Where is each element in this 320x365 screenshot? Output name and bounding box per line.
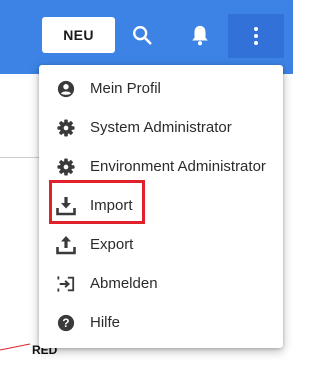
- menu-item-label: Environment Administrator: [90, 158, 266, 175]
- gear-icon: [56, 157, 76, 177]
- top-app-bar: NEU: [0, 0, 293, 74]
- svg-text:?: ?: [62, 317, 69, 330]
- red-annotation-stroke: [0, 343, 31, 351]
- notifications-button[interactable]: [183, 15, 217, 55]
- page-divider: [0, 157, 40, 158]
- menu-item-export[interactable]: Export: [39, 225, 283, 264]
- help-circle-icon: ?: [56, 313, 76, 333]
- menu-item-help[interactable]: ? Hilfe: [39, 303, 283, 342]
- new-button[interactable]: NEU: [42, 17, 115, 53]
- menu-item-label: System Administrator: [90, 119, 232, 136]
- menu-item-profile[interactable]: Mein Profil: [39, 69, 283, 108]
- logout-icon: [56, 274, 76, 294]
- account-circle-icon: [56, 79, 76, 99]
- menu-item-label: Mein Profil: [90, 80, 161, 97]
- menu-item-system-administrator[interactable]: System Administrator: [39, 108, 283, 147]
- gear-icon: [56, 118, 76, 138]
- menu-item-label: Hilfe: [90, 314, 121, 331]
- user-dropdown-menu: Mein Profil System Administrator Environ…: [39, 65, 283, 348]
- menu-item-label: Abmelden: [90, 275, 158, 292]
- import-highlight-annotation: [49, 180, 145, 224]
- search-button[interactable]: [125, 15, 159, 55]
- bell-icon: [192, 25, 208, 46]
- menu-item-label: Export: [90, 236, 134, 253]
- more-menu-button[interactable]: [228, 14, 284, 58]
- upload-tray-icon: [56, 235, 76, 255]
- search-icon: [133, 26, 152, 45]
- more-vertical-icon: [254, 27, 258, 45]
- menu-item-logout[interactable]: Abmelden: [39, 264, 283, 303]
